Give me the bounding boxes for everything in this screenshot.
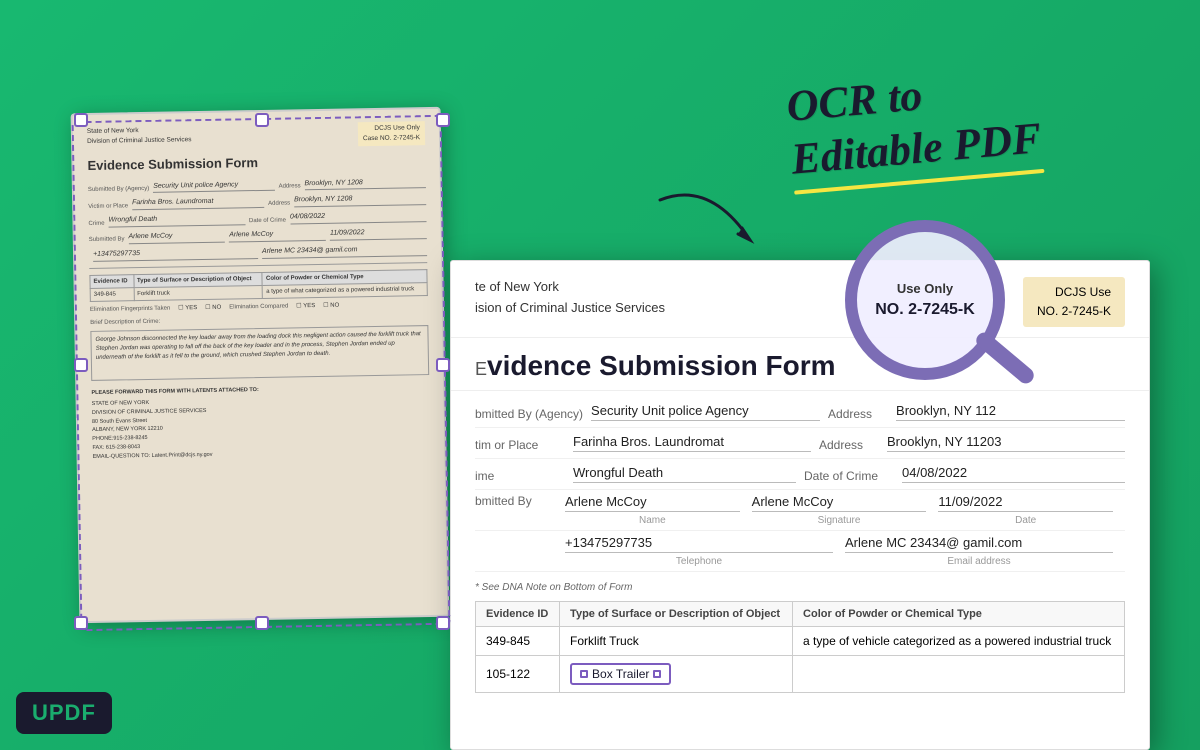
signature-row: bmitted By Arlene McCoy Name Arlene McCo…: [475, 490, 1125, 531]
magnifier: Use Only NO. 2-7245-K: [845, 220, 1045, 420]
ocr-title: OCR to Editable PDF: [785, 59, 1045, 194]
contact-row: +13475297735 Telephone Arlene MC 23434@ …: [475, 531, 1125, 572]
editable-division: ision of Criminal Justice Services: [475, 298, 665, 319]
scanned-document: State of New York Division of Criminal J…: [71, 107, 450, 623]
name-col: Arlene McCoy Name: [565, 494, 752, 526]
scanned-evidence-table: Evidence ID Type of Surface or Descripti…: [89, 269, 427, 303]
box-trailer-handle-right[interactable]: [653, 670, 661, 678]
evidence-id-1[interactable]: 349-845: [476, 627, 560, 656]
scanned-description: George Johnson disconnected the key load…: [90, 325, 429, 381]
selection-handle-tr[interactable]: [436, 113, 450, 127]
selection-handle-tl[interactable]: [74, 113, 88, 127]
editable-case-no: NO. 2-7245-K: [1037, 302, 1111, 321]
scanned-evidence-table-section: Evidence ID Type of Surface or Descripti…: [89, 269, 427, 303]
selection-handle-ml[interactable]: [74, 358, 88, 372]
table-row: 349-845 Forklift Truck a type of vehicle…: [476, 627, 1125, 656]
magnifier-handle: [973, 329, 1037, 386]
crime-row: ime Wrongful Death Date of Crime 04/08/2…: [475, 459, 1125, 490]
box-trailer-handle-left[interactable]: [580, 670, 588, 678]
victim-row: tim or Place Farinha Bros. Laundromat Ad…: [475, 428, 1125, 459]
date-col: 11/09/2022 Date: [938, 494, 1125, 526]
evidence-type-1[interactable]: Forklift Truck: [560, 627, 793, 656]
box-trailer-highlight[interactable]: Box Trailer: [570, 663, 671, 685]
scanned-doc-title: Evidence Submission Form: [87, 151, 425, 175]
evidence-id-2[interactable]: 105-122: [476, 656, 560, 693]
col-powder-color: Color of Powder or Chemical Type: [793, 602, 1125, 627]
evidence-color-1[interactable]: a type of vehicle categorized as a power…: [793, 627, 1125, 656]
selection-handle-bm[interactable]: [255, 616, 269, 630]
scanned-forward-section: PLEASE FORWARD THIS FORM WITH LATENTS AT…: [91, 383, 430, 461]
updf-logo[interactable]: UPDF: [16, 692, 112, 734]
editable-document: te of New York ision of Criminal Justice…: [450, 260, 1150, 750]
evidence-type-2[interactable]: Box Trailer: [560, 656, 793, 693]
col-evidence-id: Evidence ID: [476, 602, 560, 627]
selection-handle-tm[interactable]: [255, 113, 269, 127]
selection-handle-mr[interactable]: [436, 358, 450, 372]
arrow-icon: [650, 190, 770, 270]
telephone-col: +13475297735 Telephone: [565, 535, 845, 567]
selection-handle-bl[interactable]: [74, 616, 88, 630]
email-col: Arlene MC 23434@ gamil.com Email address: [845, 535, 1125, 567]
magnifier-glass: Use Only NO. 2-7245-K: [845, 220, 1005, 380]
table-row: 105-122 Box Trailer: [476, 656, 1125, 693]
evidence-color-2[interactable]: [793, 656, 1125, 693]
evidence-table: Evidence ID Type of Surface or Descripti…: [475, 601, 1125, 693]
dna-note: * See DNA Note on Bottom of Form: [451, 578, 1149, 597]
scanned-desc-label: Brief Description of Crime:: [90, 313, 428, 327]
signature-col: Arlene McCoy Signature: [752, 494, 939, 526]
editable-state: te of New York: [475, 277, 665, 298]
col-surface-type: Type of Surface or Description of Object: [560, 602, 793, 627]
scanned-divider: [89, 262, 427, 269]
selection-handle-br[interactable]: [436, 616, 450, 630]
editable-dcjs-label: DCJS Use: [1037, 283, 1111, 302]
scanned-division: Division of Criminal Justice Services: [87, 135, 192, 147]
scanned-case-no: Case NO. 2-7245-K: [363, 133, 420, 144]
scanned-checkbox-row: Elimination Fingerprints Taken ☐ YES ☐ N…: [90, 301, 428, 315]
magnifier-text: Use Only NO. 2-7245-K: [865, 271, 985, 330]
